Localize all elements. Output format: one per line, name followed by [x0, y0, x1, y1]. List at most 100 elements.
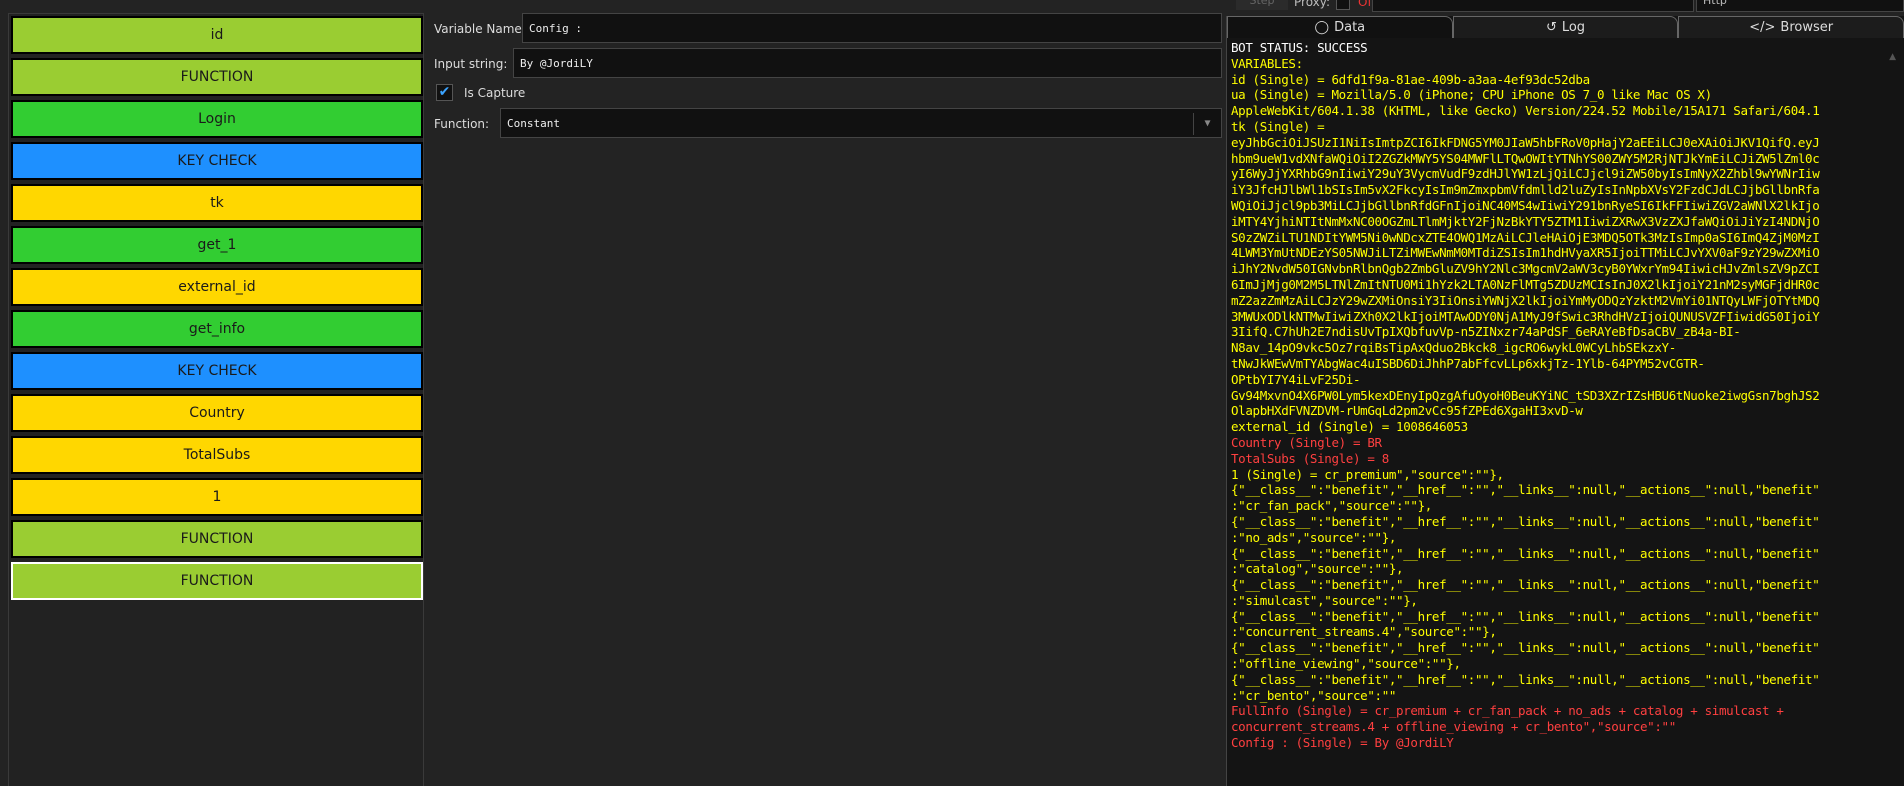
block-label: get_1	[197, 237, 237, 253]
log-line: :"cr_bento","source":""	[1231, 687, 1397, 703]
log-line: id (Single) = 6dfd1f9a-81ae-409b-a3aa-4e…	[1231, 71, 1590, 87]
log-line: hbm9ueW1vdXNfaWQiOiI2ZGZkMWY5YS04MWFlLTQ…	[1231, 150, 1820, 166]
block-get-1[interactable]: get_1	[11, 226, 423, 264]
block-key-check[interactable]: KEY CHECK	[11, 142, 423, 180]
log-line: ua (Single) = Mozilla/5.0 (iPhone; CPU i…	[1231, 87, 1712, 103]
log-line: iMTY4YjhiNTItNmMxNC00OGZmLTlmMjktY2FjNzB…	[1231, 213, 1820, 229]
tab-label: Browser	[1780, 20, 1834, 35]
log-line: OlapbHXdFVNZDVM-rUmGqLd2pm2vCc95fZPEd6Xg…	[1231, 403, 1583, 419]
log-line: BOT STATUS: SUCCESS	[1231, 40, 1368, 55]
log-line: 4LWM3YmUtNDEzYS05NWJiLTZiMWEwNmM0MTdiZSI…	[1231, 245, 1820, 261]
chevron-down-icon[interactable]: ▼	[1193, 113, 1221, 135]
log-line: Config : (Single) = By @JordiLY	[1231, 735, 1454, 751]
block-totalsubs[interactable]: TotalSubs	[11, 436, 423, 474]
log-line: concurrent_streams.4 + offline_viewing +…	[1231, 719, 1676, 735]
log-line: {"__class__":"benefit","__href__":"","__…	[1231, 545, 1820, 561]
log-line: Country (Single) = BR	[1231, 434, 1382, 450]
tab-browser[interactable]: </> Browser	[1678, 16, 1904, 38]
log-line: Gv94MxvnO4X6PW0Lym5kexDEnyIpQzgAfuOyoH0B…	[1231, 387, 1820, 403]
log-line: VARIABLES:	[1231, 55, 1303, 71]
log-line: :"concurrent_streams.4","source":""},	[1231, 624, 1497, 640]
checkmark-icon: ✔	[438, 84, 451, 100]
debugger-panel: ◯ Data ↺ Log </> Browser ▲ BOT STATUS: SUCC…	[1226, 16, 1904, 786]
block-country[interactable]: Country	[11, 394, 423, 432]
variable-name-label: Variable Name:	[434, 22, 526, 36]
block-label: KEY CHECK	[177, 153, 257, 169]
block-label: get_info	[188, 321, 246, 337]
block-label: id	[210, 27, 224, 43]
block-label: FUNCTION	[180, 69, 254, 85]
proxy-label: Proxy:	[1294, 0, 1331, 9]
log-line: AppleWebKit/604.1.38 (KHTML, like Gecko)…	[1231, 103, 1820, 119]
block-id[interactable]: id	[11, 16, 423, 54]
step-button[interactable]: Step	[1236, 0, 1288, 10]
block-key-check[interactable]: KEY CHECK	[11, 352, 423, 390]
log-line: OPtbYI7Y4iLvF25Di-	[1231, 371, 1361, 387]
tab-log[interactable]: ↺ Log	[1452, 16, 1679, 38]
log-line: {"__class__":"benefit","__href__":"","__…	[1231, 513, 1820, 529]
is-capture-checkbox[interactable]: ✔	[436, 84, 453, 101]
url-field[interactable]	[1372, 0, 1694, 12]
block-list: id FUNCTION Login KEY CHECK tk get_1 external_…	[8, 13, 424, 786]
block-editor: Variable Name: Config : Input string: By…	[424, 0, 1222, 786]
block-tk[interactable]: tk	[11, 184, 423, 222]
block-function[interactable]: FUNCTION	[11, 58, 423, 96]
log-line: 3IifQ.C7hUh2E7ndisUvTpIXQbfuvVp-n5ZINxzr…	[1231, 324, 1741, 340]
block-get-info[interactable]: get_info	[11, 310, 423, 348]
block-label: Country	[189, 405, 245, 421]
log-line: mZ2azZmMzAiLCJzY29wZXMiOnsiY3IiOnsiYWNjX…	[1231, 292, 1820, 308]
log-line: {"__class__":"benefit","__href__":"","__…	[1231, 577, 1820, 593]
log-line: :"offline_viewing","source":""},	[1231, 656, 1461, 672]
refresh-icon: ◯	[1314, 20, 1330, 35]
tab-label: Log	[1561, 20, 1586, 35]
log-line: :"simulcast","source":""},	[1231, 592, 1418, 608]
scroll-up-icon[interactable]: ▲	[1889, 52, 1896, 62]
block-login[interactable]: Login	[11, 100, 423, 138]
block-label: FUNCTION	[180, 573, 254, 589]
input-string-label: Input string:	[434, 57, 508, 71]
block-1[interactable]: 1	[11, 478, 423, 516]
function-label: Function:	[434, 117, 490, 131]
tab-label: Data	[1334, 20, 1366, 35]
log-line: iY3JfcHJlbWl1bSIsIm5vX2FkcyIsIm9mZmxpbmV…	[1231, 182, 1820, 198]
block-label: external_id	[178, 279, 256, 295]
is-capture-label: Is Capture	[464, 86, 526, 100]
log-line: {"__class__":"benefit","__href__":"","__…	[1231, 671, 1820, 687]
log-line: TotalSubs (Single) = 8	[1231, 450, 1389, 466]
log-line: FullInfo (Single) = cr_premium + cr_fan_…	[1231, 703, 1784, 719]
log-line: 6ImJjMjg0M2M5LTNlZmItNTU0Mi1hYzk2LTA0NzF…	[1231, 276, 1820, 292]
log-line: {"__class__":"benefit","__href__":"","__…	[1231, 640, 1820, 656]
block-function[interactable]: FUNCTION	[11, 520, 423, 558]
block-label: 1	[212, 489, 222, 505]
log-line: N8av_14pO9vkc5Oz7rqiBsTipAxQduo2Bkck8_ig…	[1231, 340, 1676, 356]
log-line: external_id (Single) = 1008646053	[1231, 419, 1468, 435]
block-label: Login	[198, 111, 236, 127]
log-line: S0zZWZiLTU1NDItYWM5Ni0wNDcxZTE4OWQ1MzAiL…	[1231, 229, 1820, 245]
tab-data[interactable]: ◯ Data	[1227, 16, 1453, 38]
function-select[interactable]: Constant ▼	[500, 108, 1222, 138]
block-label: TotalSubs	[183, 447, 251, 463]
top-toolbar: Step Proxy: Off Http	[1226, 0, 1904, 12]
log-line: yI6WyJjYXRhbG9nIiwiY29uY3VycmVudF9zdHJlY…	[1231, 166, 1820, 182]
log-line: tk (Single) =	[1231, 118, 1325, 134]
data-output: BOT STATUS: SUCCESS VARIABLES: id (Single)…	[1227, 38, 1904, 786]
input-string-input[interactable]: By @JordiLY	[513, 48, 1222, 78]
log-line: 3MWUxODlkNTMwIiwiZXh0X2lkIjoiMTAwODY0NjA…	[1231, 308, 1820, 324]
history-icon: ↺	[1545, 20, 1557, 35]
log-line: tNwJkWEwVmTYAbgWac4uISBD6DiJhhP7abFfcvLL…	[1231, 355, 1705, 371]
log-line: :"cr_fan_pack","source":""},	[1231, 498, 1432, 514]
log-line: iJhY2NvdW50IGNvbnRlbnQgb2ZmbGluZV9hY2Nlc…	[1231, 261, 1820, 277]
block-label: FUNCTION	[180, 531, 254, 547]
function-value: Constant	[507, 116, 560, 130]
log-line: :"no_ads","source":""},	[1231, 529, 1397, 545]
log-line: :"catalog","source":""},	[1231, 561, 1404, 577]
method-select[interactable]: Http	[1696, 0, 1904, 12]
variable-name-input[interactable]: Config :	[522, 13, 1222, 43]
proxy-checkbox[interactable]	[1336, 0, 1350, 10]
block-external-id[interactable]: external_id	[11, 268, 423, 306]
log-line: 1 (Single) = cr_premium","source":""},	[1231, 466, 1504, 482]
block-label: tk	[210, 195, 224, 211]
block-function[interactable]: FUNCTION	[11, 562, 423, 600]
log-line: {"__class__":"benefit","__href__":"","__…	[1231, 482, 1820, 498]
log-line: WQiOiJjcl9pb3MiLCJjbGllbnRfdGFnIjoiNC40M…	[1231, 197, 1820, 213]
